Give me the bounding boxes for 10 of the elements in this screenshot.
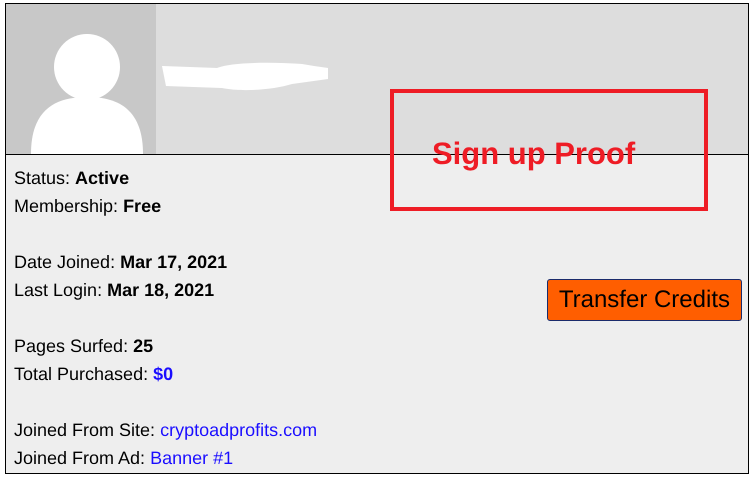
detail-line: Joined From Ad: Banner #1 [14, 447, 234, 470]
detail-line: Joined From Site: cryptoadprofits.com [14, 419, 318, 442]
avatar-icon [6, 4, 156, 154]
detail-line: Status: Active [14, 167, 130, 190]
detail-line: Total Purchased: $0 [14, 363, 174, 386]
detail-line: Date Joined: Mar 17, 2021 [14, 251, 228, 274]
detail-line: Pages Surfed: 25 [14, 335, 154, 358]
transfer-credits-button[interactable]: Transfer Credits [546, 279, 742, 321]
detail-line: Last Login: Mar 18, 2021 [14, 279, 216, 302]
detail-line: Membership: Free [14, 195, 162, 218]
